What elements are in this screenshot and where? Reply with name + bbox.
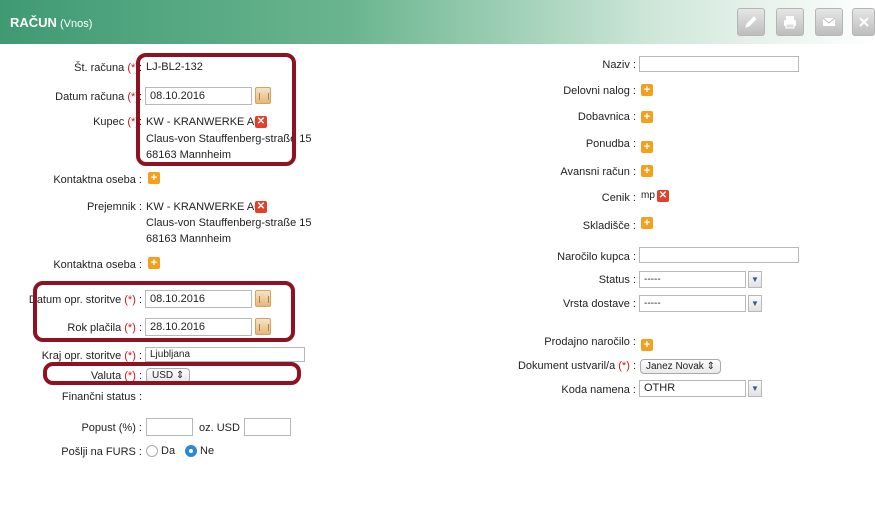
email-button[interactable] xyxy=(815,8,843,36)
remove-recipient-icon[interactable]: ✕ xyxy=(255,201,267,213)
service-place-input[interactable]: Ljubljana xyxy=(145,347,305,362)
add-contact-icon[interactable]: + xyxy=(148,172,160,184)
page-title: RAČUN (Vnos) xyxy=(10,15,92,30)
send-to-furs-label: Pošlji na FURS : xyxy=(61,446,142,458)
print-button[interactable] xyxy=(776,8,804,36)
work-order-label: Delovni nalog : xyxy=(563,85,636,97)
customer-order-input[interactable] xyxy=(639,247,799,263)
remove-price-list-icon[interactable]: ✕ xyxy=(657,190,669,202)
add-delivery-note-icon[interactable]: + xyxy=(641,111,653,123)
envelope-icon xyxy=(822,17,836,26)
financial-status-label: Finančni status : xyxy=(61,391,142,403)
furs-option-ne: Ne xyxy=(200,445,215,457)
add-quote-icon[interactable]: + xyxy=(641,141,653,153)
service-place-label: Kraj opr. storitve (*) : xyxy=(41,350,142,362)
discount-amount-input[interactable] xyxy=(244,418,291,436)
price-list-value: mp xyxy=(641,190,655,201)
title-field-label: Naziv : xyxy=(602,59,636,71)
price-list-label: Cenik : xyxy=(601,192,636,204)
highlight-box-dates xyxy=(33,281,295,342)
close-icon xyxy=(858,17,869,27)
title-field-input[interactable] xyxy=(639,56,799,72)
page-subtitle: (Vnos) xyxy=(59,18,93,30)
warehouse-label: Skladišče : xyxy=(582,220,636,232)
recipient-city: 68163 Mannheim xyxy=(146,233,232,245)
furs-radio-da[interactable] xyxy=(146,445,158,457)
delivery-note-label: Dobavnica : xyxy=(577,111,636,123)
highlight-box-currency xyxy=(43,362,301,385)
edit-button[interactable] xyxy=(737,8,765,36)
chevron-down-icon[interactable]: ▼ xyxy=(748,380,762,397)
add-warehouse-icon[interactable]: + xyxy=(641,217,653,229)
advance-invoice-label: Avansni račun : xyxy=(560,166,636,178)
status-label: Status : xyxy=(598,274,636,286)
discount-percent-input[interactable] xyxy=(146,418,193,436)
close-button[interactable] xyxy=(852,8,875,36)
sales-order-label: Prodajno naročilo : xyxy=(544,336,636,348)
page-title-text: RAČUN xyxy=(10,15,57,30)
add-work-order-icon[interactable]: + xyxy=(641,84,653,96)
add-advance-invoice-icon[interactable]: + xyxy=(641,165,653,177)
status-select[interactable]: ----- xyxy=(639,271,746,288)
purpose-code-label: Koda namena : xyxy=(561,384,636,396)
chevron-down-icon[interactable]: ▼ xyxy=(748,295,762,312)
customer-label: Kupec (*): xyxy=(93,116,142,128)
printer-icon xyxy=(784,16,796,29)
contact-person-label: Kontaktna oseba : xyxy=(53,259,142,271)
furs-option-da: Da xyxy=(161,445,176,457)
quote-label: Ponudba : xyxy=(585,138,636,150)
add-contact-icon[interactable]: + xyxy=(148,257,160,269)
dropdown-arrows-icon: ⇕ xyxy=(706,361,715,372)
furs-radio-ne[interactable] xyxy=(185,445,197,457)
recipient-street: Claus-von Stauffenberg-straße 15 xyxy=(146,217,312,229)
delivery-type-label: Vrsta dostave : xyxy=(563,298,636,310)
pencil-icon xyxy=(745,16,757,28)
purpose-code-select[interactable]: OTHR xyxy=(639,380,746,397)
add-sales-order-icon[interactable]: + xyxy=(641,339,653,351)
discount-label: Popust (%) : xyxy=(81,422,142,434)
chevron-down-icon[interactable]: ▼ xyxy=(748,271,762,288)
highlight-box-invoice xyxy=(136,53,296,166)
created-by-label: Dokument ustvaril/a (*) : xyxy=(517,360,636,372)
delivery-type-select[interactable]: ----- xyxy=(639,295,746,312)
recipient-name: KW - KRANWERKE AG xyxy=(146,201,263,213)
contact-person-label: Kontaktna oseba : xyxy=(53,174,142,186)
created-by-select[interactable]: Janez Novak ⇕ xyxy=(640,359,721,374)
invoice-date-label: Datum računa (*): xyxy=(55,91,142,103)
discount-amount-label: oz. USD : xyxy=(199,422,247,434)
recipient-label: Prejemnik : xyxy=(86,201,142,213)
invoice-number-label: Št. računa (*): xyxy=(74,62,142,74)
customer-order-label: Naročilo kupca : xyxy=(557,251,636,263)
